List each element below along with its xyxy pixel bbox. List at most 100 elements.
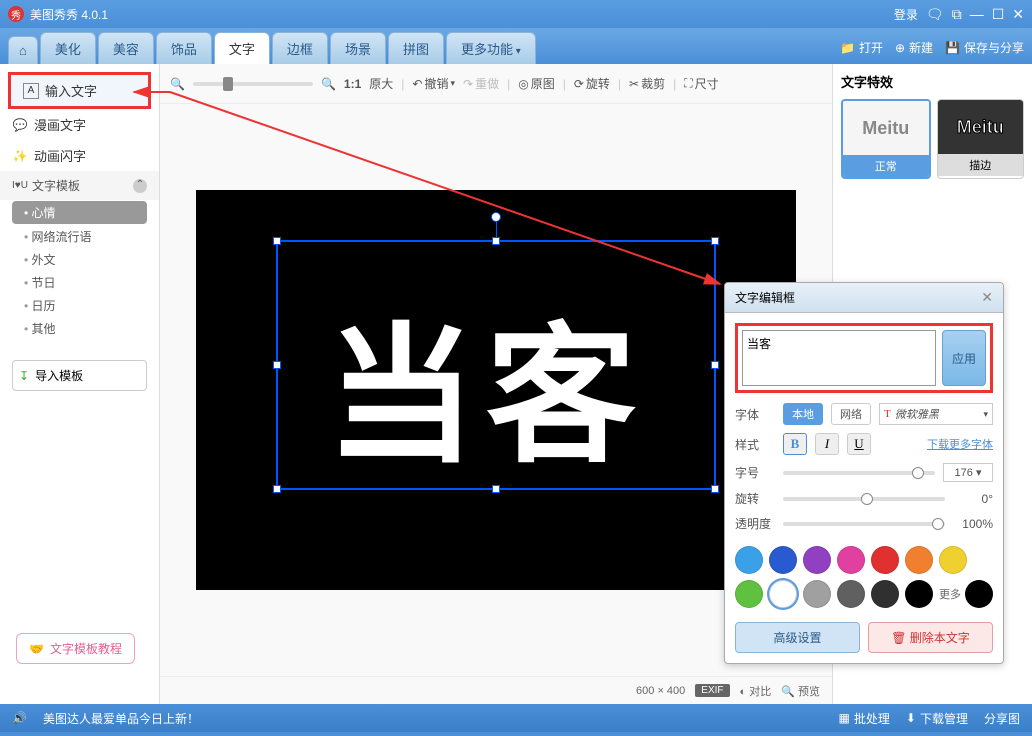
new-button[interactable]: ⊕新建 [895, 39, 933, 64]
color-swatch[interactable] [803, 546, 831, 574]
tab-accessory[interactable]: 饰品 [156, 32, 212, 64]
text-input[interactable]: 当客 [742, 330, 936, 386]
folder-icon: 📁 [840, 41, 855, 55]
size-slider[interactable] [783, 471, 935, 475]
font-selector[interactable]: T 微软雅黑 [879, 403, 993, 425]
font-network-button[interactable]: 网络 [831, 403, 871, 425]
zoom-original[interactable]: 原大 [369, 75, 393, 92]
text-selection-box[interactable] [276, 240, 716, 490]
color-swatch[interactable] [905, 546, 933, 574]
color-swatch[interactable] [769, 546, 797, 574]
zoom-slider[interactable] [193, 82, 313, 86]
download-fonts-link[interactable]: 下载更多字体 [927, 436, 993, 452]
tree-item-holiday[interactable]: 节日 [0, 271, 159, 294]
original-icon: ◎ [518, 77, 528, 91]
sidebar-anim-text[interactable]: ✨ 动画闪字 [0, 140, 159, 171]
color-swatch[interactable] [871, 580, 899, 608]
tab-scene[interactable]: 场景 [330, 32, 386, 64]
tab-puzzle[interactable]: 拼图 [388, 32, 444, 64]
size-value[interactable]: 176 ▾ [943, 463, 993, 482]
canvas[interactable]: 当客 [196, 190, 796, 590]
tab-text[interactable]: 文字 [214, 32, 270, 64]
undo-button[interactable]: ↶撤销▾ [412, 75, 455, 92]
feedback-icon[interactable]: 🗨 [926, 6, 944, 23]
zoom-out-icon[interactable]: 🔍 [170, 77, 185, 91]
rotate-value: 0° [953, 492, 993, 506]
close-panel-icon[interactable]: ✕ [981, 289, 993, 306]
popout-icon[interactable]: ⧉ [952, 6, 962, 23]
color-swatch[interactable] [939, 546, 967, 574]
tab-face[interactable]: 美容 [98, 32, 154, 64]
resize-handle-e[interactable] [711, 361, 719, 369]
maximize-icon[interactable]: ☐ [992, 6, 1005, 23]
effect-normal[interactable]: Meitu 正常 [841, 99, 931, 179]
color-swatch[interactable] [871, 546, 899, 574]
rotate-handle[interactable] [491, 212, 501, 222]
template-tree-header[interactable]: I♥U 文字模板 ⌃ [0, 171, 159, 200]
tree-item-mood[interactable]: 心情 [12, 201, 147, 224]
advanced-settings-button[interactable]: 高级设置 [735, 622, 860, 653]
status-news[interactable]: 美图达人最爱单品今日上新！ [43, 710, 199, 727]
exif-badge[interactable]: EXIF [695, 684, 729, 697]
zoom-in-icon[interactable]: 🔍 [321, 77, 336, 91]
apply-button[interactable]: 应用 [942, 330, 986, 386]
redo-button[interactable]: ↷重做 [463, 75, 499, 92]
tree-item-slang[interactable]: 网络流行语 [0, 225, 159, 248]
resize-handle-ne[interactable] [711, 237, 719, 245]
sidebar-comic-text[interactable]: 💬 漫画文字 [0, 109, 159, 140]
color-swatch[interactable] [803, 580, 831, 608]
color-swatch[interactable] [837, 580, 865, 608]
close-window-icon[interactable]: ✕ [1012, 6, 1024, 23]
minimize-icon[interactable]: — [970, 6, 984, 22]
color-swatch[interactable] [905, 580, 933, 608]
resize-handle-se[interactable] [711, 485, 719, 493]
more-colors-button[interactable] [965, 580, 993, 608]
download-manager-button[interactable]: ⬇下载管理 [906, 710, 968, 727]
preview-button[interactable]: 🔍 预览 [781, 683, 820, 699]
import-template-button[interactable]: ↧ 导入模板 [12, 360, 147, 391]
font-label: 字体 [735, 406, 775, 423]
rotate-button[interactable]: ⟳旋转 [574, 75, 610, 92]
opacity-value: 100% [953, 517, 993, 531]
tree-item-calendar[interactable]: 日历 [0, 294, 159, 317]
opacity-label: 透明度 [735, 515, 775, 532]
tab-border[interactable]: 边框 [272, 32, 328, 64]
bold-button[interactable]: B [783, 433, 807, 455]
tab-home[interactable]: ⌂ [8, 36, 38, 64]
tab-beautify[interactable]: 美化 [40, 32, 96, 64]
color-swatch[interactable] [735, 580, 763, 608]
tree-item-other[interactable]: 其他 [0, 317, 159, 340]
color-swatch-selected[interactable] [769, 580, 797, 608]
crop-button[interactable]: ✂裁剪 [629, 75, 665, 92]
underline-button[interactable]: U [847, 433, 871, 455]
resize-handle-s[interactable] [492, 485, 500, 493]
open-button[interactable]: 📁打开 [840, 39, 883, 64]
font-local-button[interactable]: 本地 [783, 403, 823, 425]
resize-handle-n[interactable] [492, 237, 500, 245]
collapse-icon[interactable]: ⌃ [133, 179, 147, 193]
effect-outline[interactable]: Meitu 描边 [937, 99, 1025, 179]
color-swatch[interactable] [837, 546, 865, 574]
resize-handle-sw[interactable] [273, 485, 281, 493]
share-button[interactable]: 分享图 [984, 710, 1020, 727]
rotate-slider[interactable] [783, 497, 945, 501]
resize-handle-nw[interactable] [273, 237, 281, 245]
compare-button[interactable]: ◐ 对比 [740, 683, 772, 699]
tutorial-button[interactable]: 🤝 文字模板教程 [16, 633, 135, 664]
original-button[interactable]: ◎原图 [518, 75, 555, 92]
italic-button[interactable]: I [815, 433, 839, 455]
tab-more[interactable]: 更多功能 [446, 32, 536, 64]
resize-handle-w[interactable] [273, 361, 281, 369]
delete-text-button[interactable]: 🗑 删除本文字 [868, 622, 993, 653]
save-button[interactable]: 💾保存与分享 [945, 39, 1024, 64]
login-link[interactable]: 登录 [894, 6, 918, 23]
app-title: 美图秀秀 4.0.1 [30, 6, 108, 23]
opacity-slider[interactable] [783, 522, 945, 526]
tree-item-foreign[interactable]: 外文 [0, 248, 159, 271]
color-swatch[interactable] [735, 546, 763, 574]
sidebar-input-text[interactable]: A 输入文字 [8, 72, 151, 109]
color-palette: 更多 [735, 540, 993, 614]
dimension-button[interactable]: ⛶尺寸 [684, 75, 718, 92]
batch-button[interactable]: ▦批处理 [839, 710, 890, 727]
zoom-ratio[interactable]: 1:1 [344, 77, 361, 91]
